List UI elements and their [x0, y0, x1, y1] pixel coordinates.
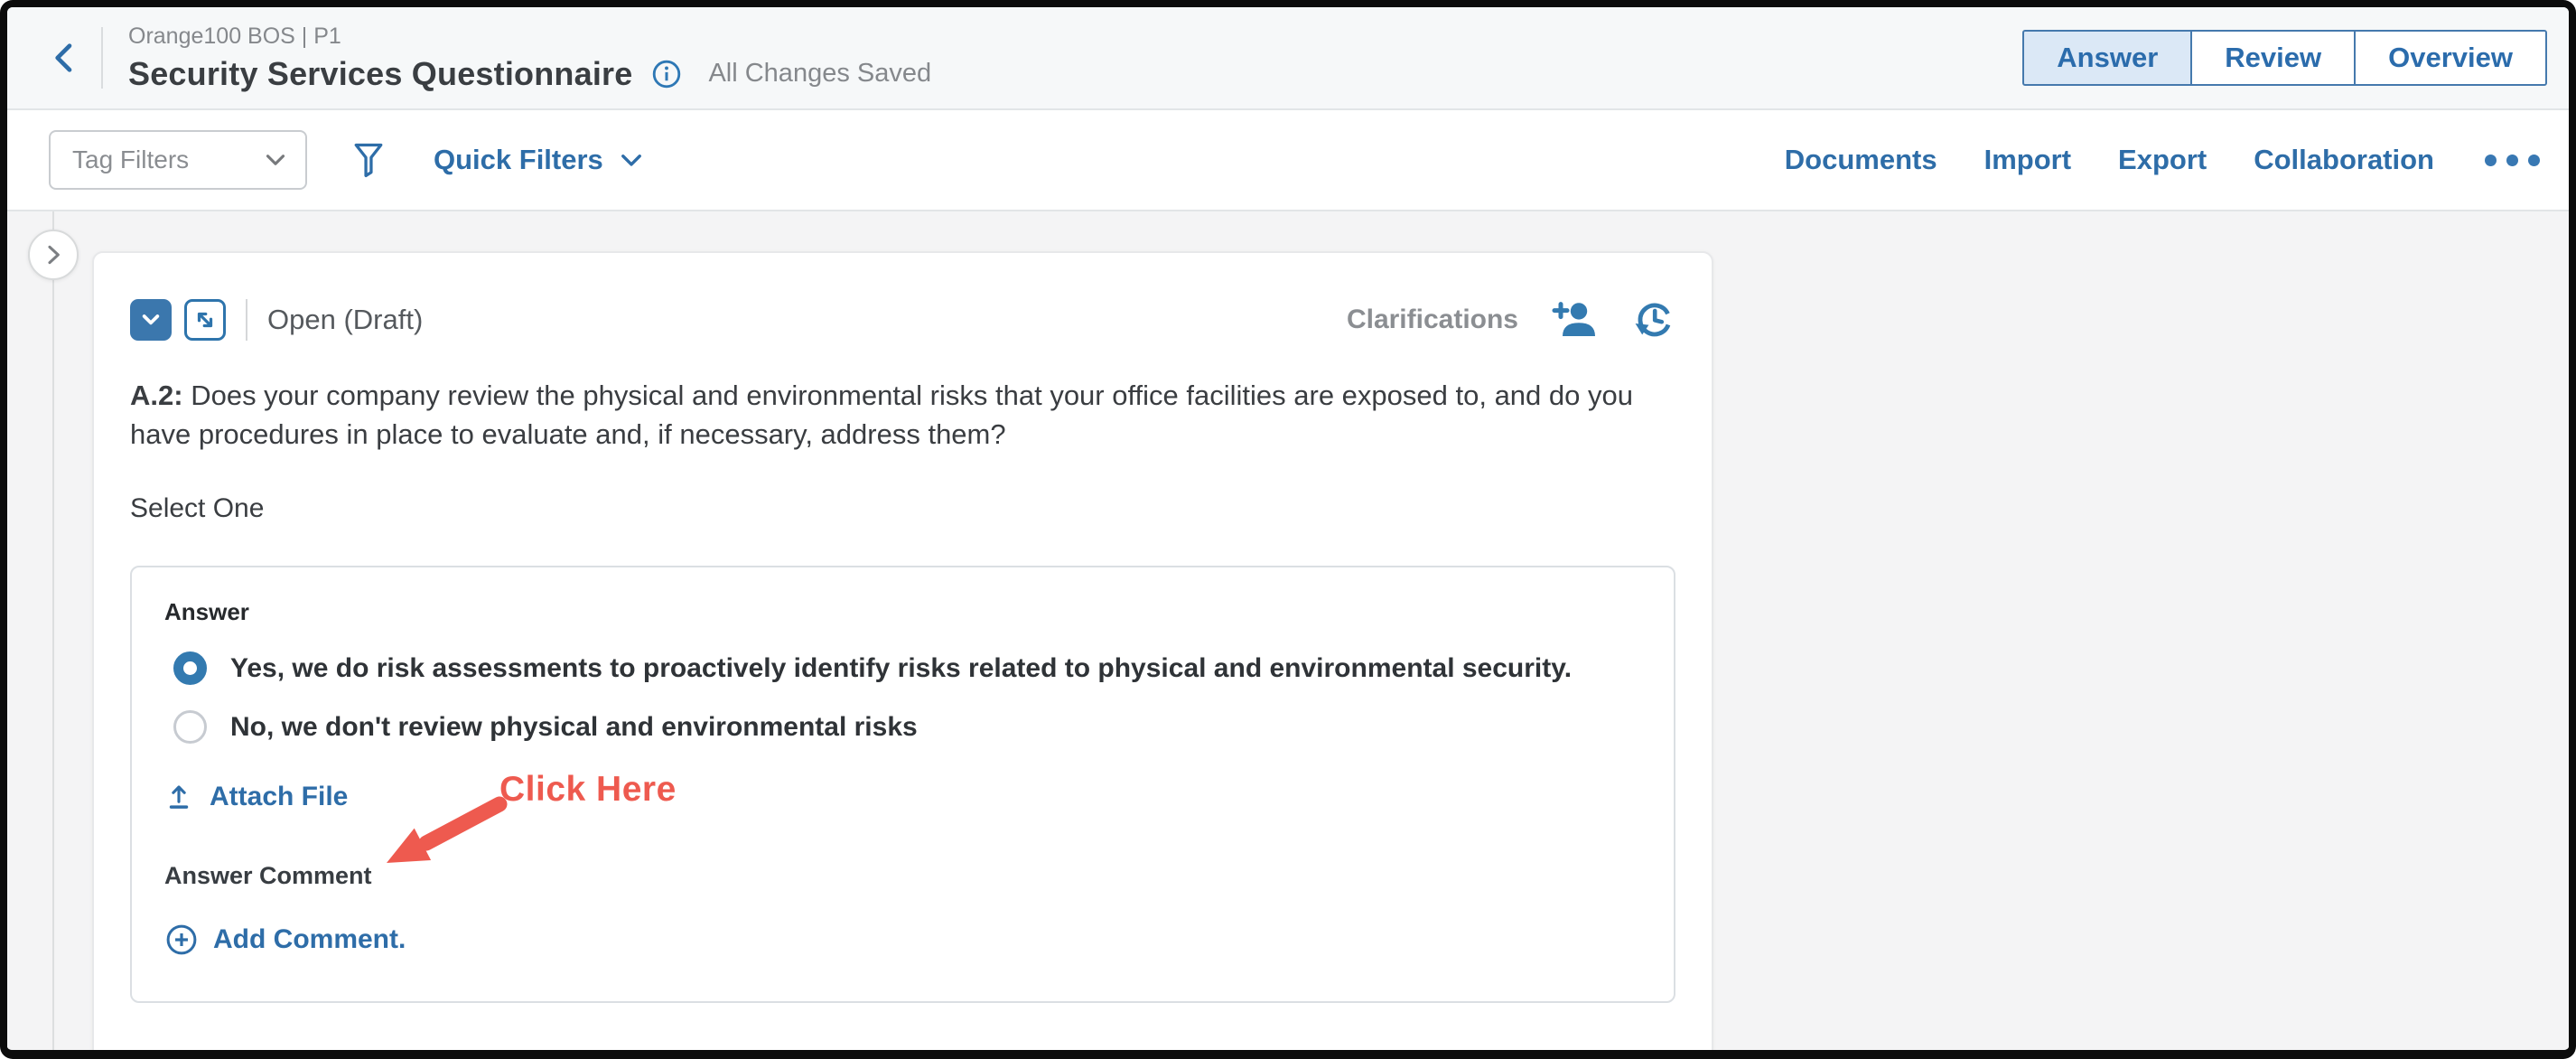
tab-overview[interactable]: Overview	[2354, 30, 2547, 86]
answer-option-yes[interactable]: Yes, we do risk assessments to proactive…	[173, 651, 1641, 685]
chevron-down-icon	[260, 145, 291, 175]
add-person-icon	[1551, 298, 1598, 342]
page-header: Orange100 BOS | P1 Security Services Que…	[7, 7, 2569, 108]
content-area: Open (Draft) Clarifications	[7, 211, 2569, 1050]
chevron-down-icon	[136, 305, 165, 334]
expand-panel-button[interactable]	[28, 230, 79, 280]
collaboration-link[interactable]: Collaboration	[2254, 144, 2434, 176]
app-window: Orange100 BOS | P1 Security Services Que…	[0, 0, 2576, 1059]
info-icon[interactable]	[650, 58, 683, 90]
add-comment-button[interactable]: Add Comment.	[164, 923, 406, 957]
view-mode-tabs: Answer Review Overview	[2022, 30, 2547, 86]
breadcrumb: Orange100 BOS | P1	[128, 23, 931, 50]
plus-circle-icon	[164, 923, 199, 957]
radio-selected-icon[interactable]	[173, 651, 207, 685]
chevron-right-icon	[39, 240, 68, 269]
question-id: A.2:	[130, 380, 183, 411]
import-link[interactable]: Import	[1984, 144, 2071, 176]
funnel-icon	[349, 138, 388, 182]
collapse-question-button[interactable]	[130, 299, 172, 341]
card-header-divider	[246, 299, 247, 341]
history-button[interactable]	[1632, 298, 1675, 342]
filter-funnel-button[interactable]	[349, 138, 388, 182]
status-badge: Open (Draft)	[267, 304, 423, 336]
answer-comment-label: Answer Comment	[164, 862, 1641, 890]
tab-review[interactable]: Review	[2190, 30, 2356, 86]
toolbar-links: Documents Import Export Collaboration	[1785, 144, 2540, 176]
back-button[interactable]	[43, 33, 87, 83]
attach-file-button[interactable]: Attach File	[164, 782, 348, 812]
chevron-down-icon	[616, 145, 647, 175]
chevron-left-icon	[47, 38, 83, 78]
history-clock-icon	[1632, 298, 1675, 342]
question-text: A.2: Does your company review the physic…	[130, 376, 1670, 454]
answer-option-no[interactable]: No, we don't review physical and environ…	[173, 710, 1641, 744]
add-select-tag-button[interactable]: Add/Select Tag	[276, 1049, 458, 1050]
selection-hint: Select One	[130, 493, 1675, 524]
header-divider	[101, 27, 103, 89]
expand-question-button[interactable]	[184, 299, 226, 341]
tag-filters-select[interactable]: Tag Filters	[49, 130, 307, 190]
answer-label: Answer	[164, 598, 1641, 626]
quick-filters-label: Quick Filters	[434, 144, 603, 176]
ellipsis-icon[interactable]	[2485, 155, 2540, 166]
radio-unselected-icon[interactable]	[173, 710, 207, 744]
answer-panel: Answer Yes, we do risk assessments to pr…	[130, 566, 1675, 1003]
tag-filters-placeholder: Tag Filters	[72, 145, 260, 174]
assign-user-button[interactable]	[1551, 298, 1598, 342]
documents-link[interactable]: Documents	[1785, 144, 1937, 176]
export-link[interactable]: Export	[2118, 144, 2207, 176]
question-card-header: Open (Draft) Clarifications	[130, 298, 1675, 342]
tag-icon	[130, 1046, 166, 1050]
diagonal-resize-icon	[191, 306, 219, 333]
page-title: Security Services Questionnaire	[128, 55, 632, 93]
save-status: All Changes Saved	[708, 59, 931, 89]
tags-row: Tags: Add/Select Tag	[130, 1046, 1675, 1050]
quick-filters-button[interactable]: Quick Filters	[434, 144, 647, 176]
side-rail-divider	[52, 211, 54, 1050]
clarifications-label: Clarifications	[1347, 305, 1518, 335]
upload-icon	[164, 782, 193, 812]
question-card: Open (Draft) Clarifications	[92, 251, 1713, 1050]
tags-label: Tags:	[172, 1049, 242, 1050]
title-block: Orange100 BOS | P1 Security Services Que…	[128, 23, 931, 93]
filter-toolbar: Tag Filters Quick Filters Documents Impo…	[7, 110, 2569, 210]
tab-answer[interactable]: Answer	[2022, 30, 2192, 86]
